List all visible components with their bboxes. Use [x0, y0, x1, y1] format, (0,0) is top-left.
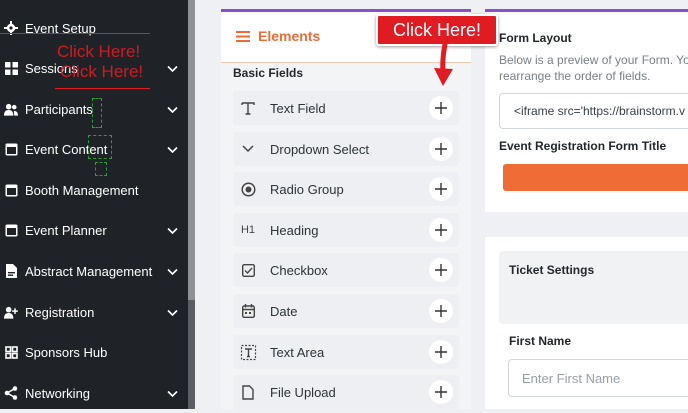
callout-arrow-icon — [434, 42, 453, 86]
form-layout-description: Below is a preview of your Form. You rea… — [499, 52, 688, 84]
field-text-area[interactable]: Text Area — [233, 335, 459, 369]
description-line: Below is a preview of your Form. You — [499, 53, 688, 67]
elements-panel-title: Elements — [258, 28, 321, 44]
field-checkbox[interactable]: Checkbox — [233, 253, 459, 287]
field-label: Checkbox — [270, 263, 328, 278]
text-t-icon — [239, 99, 257, 117]
field-heading[interactable]: H1 Heading — [233, 213, 459, 247]
textarea-icon — [239, 343, 257, 361]
field-radio-group[interactable]: Radio Group — [233, 172, 459, 206]
chevron-down-icon — [239, 140, 257, 158]
sidebar-item-label: Networking — [25, 385, 91, 401]
sidebar-item-label: Booth Management — [25, 182, 139, 198]
sidebar-item-event-planner[interactable]: Event Planner — [0, 210, 188, 250]
grid-icon — [4, 61, 18, 75]
radio-icon — [239, 180, 257, 198]
chevron-down-icon — [167, 62, 178, 77]
sidebar-item-label: Sponsors Hub — [25, 344, 108, 360]
form-title-label: Event Registration Form Title — [499, 139, 667, 153]
iframe-embed-code-field[interactable]: <iframe src='https://brainstorm.v — [499, 93, 688, 129]
chevron-down-icon — [167, 103, 178, 118]
add-field-plus-icon[interactable] — [429, 299, 453, 323]
sidebar-item-label: Participants — [25, 101, 93, 117]
first-name-label: First Name — [509, 334, 572, 348]
hamburger-menu-icon[interactable] — [236, 29, 250, 47]
calendar-icon — [239, 302, 257, 320]
sidebar-item-sponsors-hub[interactable]: Sponsors Hub — [0, 332, 188, 372]
iframe-embed-code: <iframe src='https://brainstorm.v — [514, 104, 686, 118]
share-icon — [4, 386, 18, 400]
first-name-placeholder: Enter First Name — [522, 371, 621, 386]
field-label: Text Area — [270, 345, 325, 360]
field-label: File Upload — [270, 385, 336, 400]
document-icon — [4, 264, 18, 278]
sidebar-item-label: Abstract Management — [25, 263, 153, 279]
ghost-underline — [0, 33, 150, 34]
add-field-plus-icon[interactable] — [429, 96, 453, 120]
chevron-down-icon — [167, 387, 178, 402]
form-title-bar-button[interactable] — [503, 164, 688, 191]
user-plus-icon — [4, 305, 18, 319]
sidebar-item-abstract-management[interactable]: Abstract Management — [0, 251, 188, 291]
window-icon — [4, 142, 18, 156]
chevron-down-icon — [167, 306, 178, 321]
field-dropdown-select[interactable]: Dropdown Select — [233, 132, 459, 166]
ghost-arrow-outline — [88, 135, 112, 159]
ghost-underline — [55, 88, 150, 89]
field-label: Date — [270, 304, 298, 319]
ghost-callout-text: Click Here! — [57, 42, 141, 61]
file-icon — [239, 383, 257, 401]
field-label: Heading — [270, 223, 319, 238]
ticket-settings-label: Ticket Settings — [509, 263, 595, 277]
add-field-plus-icon[interactable] — [429, 340, 453, 364]
ticket-settings-box[interactable]: Ticket Settings — [499, 251, 688, 324]
field-file-upload[interactable]: File Upload — [233, 375, 459, 409]
sidebar-scrollbar-thumb[interactable] — [188, 0, 195, 300]
field-label: Text Field — [270, 101, 326, 116]
heading-icon: H1 — [240, 224, 256, 236]
checkbox-icon — [239, 261, 257, 279]
basic-fields-heading: Basic Fields — [233, 66, 304, 80]
field-label: Radio Group — [270, 182, 344, 197]
window-icon — [4, 223, 18, 237]
add-field-plus-icon[interactable] — [429, 218, 453, 242]
field-label: Dropdown Select — [270, 142, 369, 157]
add-field-plus-icon[interactable] — [429, 137, 453, 161]
add-field-plus-icon[interactable] — [429, 380, 453, 404]
form-layout-title: Form Layout — [499, 31, 572, 45]
chevron-down-icon — [167, 265, 178, 280]
add-field-plus-icon[interactable] — [429, 258, 453, 282]
ghost-arrow-outline — [92, 98, 102, 128]
grid-icon — [4, 345, 18, 359]
chevron-down-icon — [167, 143, 178, 158]
chevron-down-icon — [167, 224, 178, 239]
users-icon — [4, 102, 18, 116]
description-line: rearrange the order of fields. — [499, 69, 651, 83]
window-icon — [4, 183, 18, 197]
sidebar-item-networking[interactable]: Networking — [0, 373, 188, 413]
sidebar-item-label: Event Planner — [25, 222, 107, 238]
form-layout-top-accent — [485, 9, 688, 12]
field-text-field[interactable]: Text Field — [233, 91, 459, 125]
sidebar-item-registration[interactable]: Registration — [0, 292, 188, 332]
field-date[interactable]: Date — [233, 294, 459, 328]
sidebar-item-booth-management[interactable]: Booth Management — [0, 170, 188, 210]
first-name-input[interactable]: Enter First Name — [508, 359, 688, 397]
sidebar-item-label: Registration — [25, 304, 95, 320]
ghost-arrow-outline — [95, 162, 107, 176]
ghost-callout-text: Click Here! — [60, 62, 144, 81]
add-field-plus-icon[interactable] — [429, 177, 453, 201]
